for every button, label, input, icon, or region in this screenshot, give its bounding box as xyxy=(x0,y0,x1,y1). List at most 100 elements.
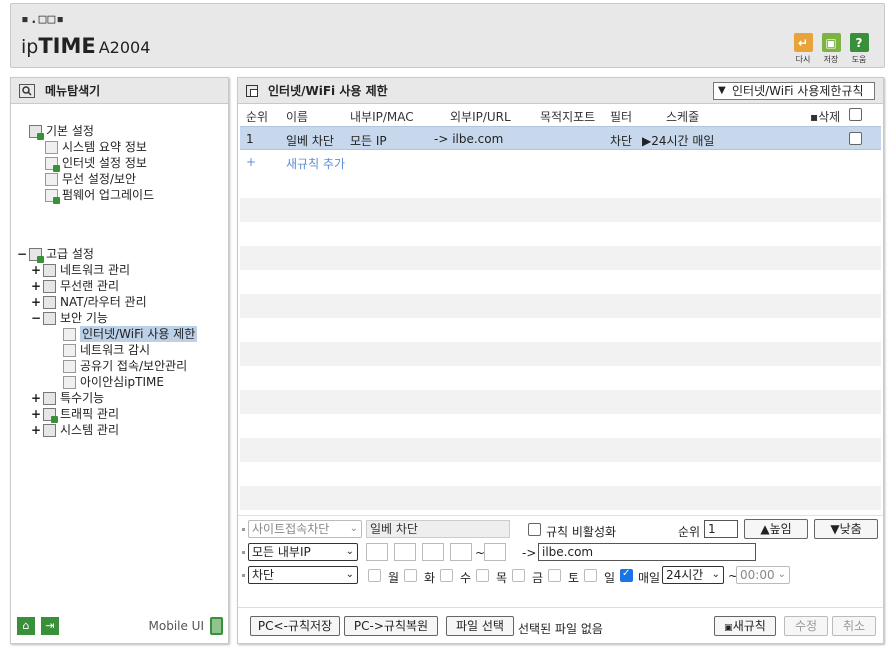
ip-octet-4[interactable] xyxy=(450,543,472,561)
ip-octet-1[interactable] xyxy=(366,543,388,561)
save-to-pc-button[interactable]: PC<-규칙저장 xyxy=(250,616,340,636)
chevron-down-icon: ⌄ xyxy=(349,523,358,534)
tue-checkbox[interactable] xyxy=(404,569,417,582)
empty-row xyxy=(240,486,881,510)
expand-toggle[interactable]: + xyxy=(31,278,41,294)
expand-toggle[interactable]: + xyxy=(31,390,41,406)
rule-name-input[interactable]: 일베 차단 xyxy=(366,520,510,538)
tree-system-mgmt[interactable]: + 시스템 관리 xyxy=(31,422,119,438)
collapse-toggle[interactable]: − xyxy=(17,246,27,262)
save-label: 저장 xyxy=(823,55,839,64)
select-all-checkbox[interactable] xyxy=(849,108,862,121)
ip-octet-3[interactable] xyxy=(422,543,444,561)
rule-rank: 1 xyxy=(246,132,254,146)
disable-rule-checkbox[interactable] xyxy=(528,523,541,536)
rule-kind-select[interactable]: 사이트접속차단 ⌄ xyxy=(248,520,362,538)
tree-security[interactable]: − 보안 기능 xyxy=(31,310,108,326)
tree-advanced-settings[interactable]: − 고급 설정 xyxy=(17,246,94,263)
restart-button[interactable]: ↵ 다시 xyxy=(792,33,814,65)
panel-header: 인터넷/WiFi 사용 제한 ▼ 인터넷/WiFi 사용제한규칙 xyxy=(238,78,883,104)
tree-firmware-upgrade[interactable]: 펌웨어 업그레이드 xyxy=(45,187,154,204)
rule-type-select[interactable]: ▼ 인터넷/WiFi 사용제한규칙 xyxy=(713,82,875,100)
empty-row xyxy=(240,246,881,270)
ip-octet-end[interactable] xyxy=(484,543,506,561)
tree-network-monitor[interactable]: 네트워크 감시 xyxy=(63,342,150,358)
chevron-down-icon: ⌄ xyxy=(345,569,354,580)
file-select-button[interactable]: 파일 선택 xyxy=(446,616,514,636)
tree-nat-router[interactable]: + NAT/라우터 관리 xyxy=(31,294,147,310)
sun-checkbox[interactable] xyxy=(584,569,597,582)
plus-icon: ▣ xyxy=(724,623,733,633)
ip-octet-2[interactable] xyxy=(394,543,416,561)
add-rule-row[interactable]: + 새규칙 추가 xyxy=(240,150,881,174)
chevron-down-icon: ⌄ xyxy=(345,546,354,557)
raise-button[interactable]: ▲높임 xyxy=(744,519,808,539)
tree-wireless-security[interactable]: 무선 설정/보안 xyxy=(45,171,136,187)
help-button[interactable]: ? 도움 xyxy=(848,33,870,65)
tree-network-mgmt[interactable]: + 네트워크 관리 xyxy=(31,262,130,278)
mon-checkbox[interactable] xyxy=(368,569,381,582)
url-input[interactable]: ilbe.com xyxy=(538,543,756,561)
router-icon xyxy=(43,295,56,309)
rule-external: -> ilbe.com xyxy=(434,132,504,146)
tree-label: 보안 기능 xyxy=(60,311,108,325)
rank-input[interactable]: 1 xyxy=(704,520,738,538)
save-icon: ▣ xyxy=(821,33,841,52)
fri-checkbox[interactable] xyxy=(512,569,525,582)
features-icon xyxy=(43,391,56,405)
tree-router-access[interactable]: 공유기 접속/보안관리 xyxy=(63,358,187,374)
network-icon xyxy=(43,263,56,277)
expand-toggle[interactable]: + xyxy=(31,262,41,278)
page-icon xyxy=(63,327,76,341)
page-icon xyxy=(63,375,76,389)
tree-traffic-mgmt[interactable]: + 트래픽 관리 xyxy=(31,406,119,423)
tree-basic-settings[interactable]: 기본 설정 xyxy=(29,123,94,140)
logo-dots: ▪.□□▪ xyxy=(21,12,66,27)
chart-icon xyxy=(45,140,58,154)
thu-checkbox[interactable] xyxy=(476,569,489,582)
mobile-ui-link[interactable]: Mobile UI xyxy=(149,617,223,635)
tree-internet-wifi-limit[interactable]: 인터넷/WiFi 사용 제한 xyxy=(63,326,198,342)
form-row-1: 사이트접속차단 ⌄ 일베 차단 규칙 비활성화 순위 1 ▲높임 ▼낮춤 xyxy=(242,519,879,542)
wed-checkbox[interactable] xyxy=(440,569,453,582)
tree-child-safe[interactable]: 아이안심ipTIME xyxy=(63,374,164,390)
tree-special-features[interactable]: + 특수기능 xyxy=(31,390,104,406)
chart-icon xyxy=(43,423,56,437)
chevron-down-icon: ▼ xyxy=(718,85,726,96)
home-icon[interactable]: ⌂ xyxy=(17,617,35,635)
bullet xyxy=(242,551,245,554)
new-rule-button[interactable]: ▣새규칙 xyxy=(714,616,776,636)
collapse-toggle[interactable]: − xyxy=(31,310,41,326)
phone-icon xyxy=(210,617,223,635)
rule-filter: 차단 xyxy=(610,134,633,148)
table-row[interactable]: 1 일베 차단 모든 IP -> ilbe.com 차단 ▶24시간 매일 xyxy=(240,126,881,150)
filter-value: 차단 xyxy=(252,568,275,582)
folder-icon xyxy=(29,124,44,140)
save-button[interactable]: ▣ 저장 xyxy=(820,33,842,65)
logout-icon[interactable]: ⇥ xyxy=(41,617,59,635)
sat-checkbox[interactable] xyxy=(548,569,561,582)
everyday-checkbox[interactable] xyxy=(620,568,633,582)
hours-value: 24시간 xyxy=(666,568,704,582)
cancel-button[interactable]: 취소 xyxy=(832,616,876,636)
tree-system-summary[interactable]: 시스템 요약 정보 xyxy=(45,139,147,155)
lower-button[interactable]: ▼낮춤 xyxy=(814,519,878,539)
expand-toggle[interactable]: + xyxy=(31,422,41,438)
restore-from-pc-button[interactable]: PC->규칙복원 xyxy=(344,616,438,636)
expand-toggle[interactable]: + xyxy=(31,406,41,422)
tree-label: 무선랜 관리 xyxy=(60,279,120,293)
sat-label: 토 xyxy=(568,571,580,585)
hours-select[interactable]: 24시간 ⌄ xyxy=(662,566,724,584)
internal-ip-select[interactable]: 모든 내부IP ⌄ xyxy=(248,543,358,561)
expand-toggle[interactable]: + xyxy=(31,294,41,310)
fri-label: 금 xyxy=(532,571,544,585)
tree-wlan-mgmt[interactable]: + 무선랜 관리 xyxy=(31,278,119,294)
logo-prefix: ip xyxy=(21,36,39,58)
rule-edit-form: 사이트접속차단 ⌄ 일베 차단 규칙 비활성화 순위 1 ▲높임 ▼낮춤 모든 내… xyxy=(238,515,883,605)
modify-button[interactable]: 수정 xyxy=(784,616,828,636)
filter-select[interactable]: 차단 ⌄ xyxy=(248,566,358,584)
arrow-label: -> xyxy=(522,546,537,560)
time-select[interactable]: 00:00 ⌄ xyxy=(736,566,790,584)
tree-internet-info[interactable]: 인터넷 설정 정보 xyxy=(45,155,147,172)
rule-delete-checkbox[interactable] xyxy=(849,132,862,145)
